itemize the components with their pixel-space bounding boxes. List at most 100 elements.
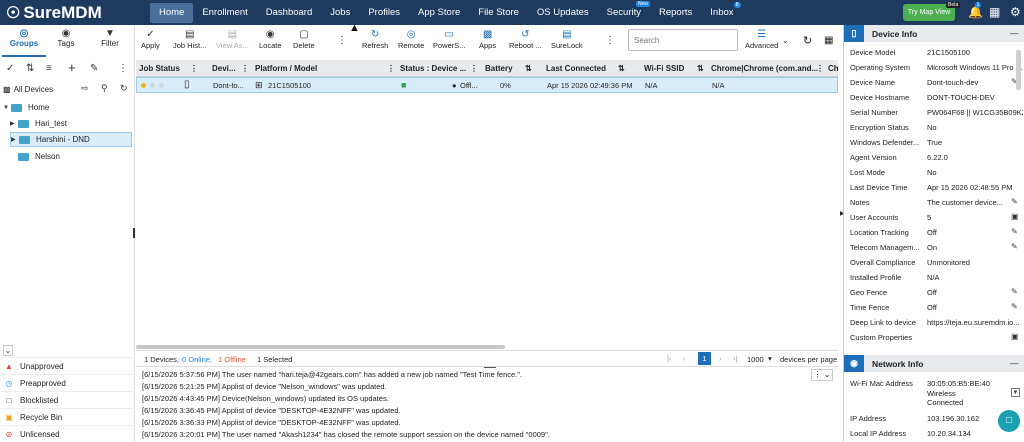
- export-icon[interactable]: ⇨: [81, 83, 89, 94]
- edit-pencil-icon[interactable]: ✎: [1011, 242, 1018, 251]
- grid-refresh-icon[interactable]: ↻: [803, 34, 812, 47]
- column-menu-icon[interactable]: ⋮: [816, 64, 824, 73]
- tree-item-nelson[interactable]: Nelson: [18, 149, 60, 164]
- status-recycle-bin[interactable]: ▣ Recycle Bin: [0, 408, 135, 425]
- log-options-icon[interactable]: ⋮ ⌄: [811, 369, 833, 381]
- nav-security[interactable]: Security New: [598, 0, 650, 23]
- col-wifi-ssid[interactable]: Wi-Fi SSID: [644, 64, 684, 73]
- status-unapproved[interactable]: ▲ Unapproved: [0, 357, 135, 374]
- col-chrome-2[interactable]: Ch: [828, 64, 839, 73]
- settings-gear-icon[interactable]: ⚙: [1010, 5, 1021, 19]
- view-as-button[interactable]: ▤ View As...: [216, 29, 249, 50]
- column-menu-icon[interactable]: ⋮: [241, 64, 249, 73]
- column-chooser-icon[interactable]: ▦: [824, 35, 833, 46]
- per-page-chevron-icon[interactable]: ▾: [768, 354, 772, 363]
- more-options-icon[interactable]: ⋮: [118, 63, 128, 74]
- sort-icon[interactable]: ⇅: [618, 64, 625, 73]
- network-info-header[interactable]: ◉ Network Info —: [844, 355, 1024, 372]
- nav-reports[interactable]: Reports: [650, 3, 701, 23]
- more-tools-icon[interactable]: ⋮: [605, 35, 615, 46]
- app-logo[interactable]: ☉ SureMDM: [0, 3, 150, 23]
- edit-pencil-icon[interactable]: ✎: [90, 63, 98, 74]
- expand-dropdown-icon[interactable]: ▼: [1011, 388, 1020, 397]
- col-status-device[interactable]: Status : Device ...: [400, 64, 466, 73]
- clipboard-icon[interactable]: ▣: [1011, 212, 1019, 221]
- surelock-button[interactable]: ▤ SureLock: [551, 29, 583, 50]
- more-actions-icon[interactable]: ⋮: [337, 35, 347, 46]
- nav-jobs[interactable]: Jobs: [321, 3, 359, 23]
- column-menu-icon[interactable]: ⋮: [470, 64, 478, 73]
- nav-home[interactable]: Home: [150, 2, 194, 23]
- tab-groups[interactable]: ◎ Groups: [4, 28, 44, 48]
- collapse-icon[interactable]: —: [1010, 28, 1019, 38]
- status-blocklisted[interactable]: □ Blocklisted: [0, 391, 135, 408]
- apps-grid-icon[interactable]: ▦: [989, 5, 1000, 19]
- edit-pencil-icon[interactable]: ✎: [1011, 227, 1018, 236]
- nav-app-store[interactable]: App Store: [409, 3, 469, 23]
- search-icon[interactable]: ⚲: [101, 83, 108, 94]
- tree-item-hari-test[interactable]: ▶ Hari_test: [10, 116, 67, 131]
- job-history-button[interactable]: ▤ Job Hist...: [173, 29, 206, 50]
- reboot-button[interactable]: ↺ Reboot ...: [509, 29, 542, 50]
- powershell-button[interactable]: ▭ PowerS...: [433, 29, 466, 50]
- left-panel-splitter[interactable]: [133, 228, 135, 238]
- table-row[interactable]: ▯ Dont-to... ⊞ 21C1505100 ■ ● Offl... 0%…: [136, 77, 838, 93]
- nav-file-store[interactable]: File Store: [469, 3, 528, 23]
- col-device[interactable]: Devi...: [212, 64, 236, 73]
- prev-page-icon[interactable]: ‹: [683, 354, 686, 363]
- tree-item-harshini-dnd[interactable]: ▶ Harshini - DND: [10, 132, 132, 147]
- device-info-header[interactable]: ▯ Device Info —: [844, 25, 1024, 42]
- refresh-button[interactable]: ↻ Refresh: [362, 29, 388, 50]
- per-page-select[interactable]: 1000: [747, 355, 764, 364]
- remote-button[interactable]: ◎ Remote: [398, 29, 424, 50]
- add-group-icon[interactable]: +: [68, 60, 76, 75]
- advanced-search-button[interactable]: ☰ Advanced: [745, 29, 778, 50]
- apps-button[interactable]: ▩ Apps: [479, 29, 496, 50]
- first-page-icon[interactable]: |‹: [667, 354, 671, 363]
- tab-tags[interactable]: ◉ Tags: [46, 28, 86, 48]
- apply-button[interactable]: ✓ Apply: [141, 29, 160, 50]
- sort-icon[interactable]: ⇅: [26, 63, 34, 74]
- select-all-icon[interactable]: ✓: [6, 63, 14, 74]
- collapse-chevron-icon[interactable]: ⌄: [3, 345, 13, 356]
- nav-profiles[interactable]: Profiles: [359, 3, 409, 23]
- col-last-connected[interactable]: Last Connected: [546, 64, 606, 73]
- tab-filter[interactable]: ▼ Filter: [90, 28, 130, 48]
- nav-os-updates[interactable]: OS Updates: [528, 3, 598, 23]
- status-preapproved[interactable]: ◷ Preapproved: [0, 374, 135, 391]
- edit-pencil-icon[interactable]: ✎: [1011, 302, 1018, 311]
- clipboard-icon[interactable]: ▣: [1011, 332, 1019, 341]
- col-job-status[interactable]: Job Status: [139, 64, 180, 73]
- chevron-down-icon[interactable]: ⌄: [782, 36, 789, 45]
- last-page-icon[interactable]: ›|: [733, 354, 737, 363]
- right-panel-scrollbar[interactable]: [1016, 50, 1021, 90]
- edit-pencil-icon[interactable]: ✎: [1011, 197, 1018, 206]
- locate-button[interactable]: ◉ Locate: [259, 29, 282, 50]
- horizontal-scrollbar[interactable]: [136, 345, 505, 349]
- column-menu-icon[interactable]: ⋮: [190, 64, 198, 73]
- sort-icon[interactable]: ⇅: [525, 64, 532, 73]
- sort-icon[interactable]: ⇅: [697, 64, 704, 73]
- status-unlicensed[interactable]: ⊘ Unlicensed: [0, 425, 135, 442]
- caret-right-icon[interactable]: ▶: [11, 136, 19, 143]
- caret-right-icon[interactable]: ▶: [10, 120, 18, 127]
- all-devices-row[interactable]: ▩ All Devices: [3, 82, 53, 97]
- caret-down-icon[interactable]: ▼: [3, 105, 11, 111]
- next-page-icon[interactable]: ›: [719, 354, 722, 363]
- refresh-icon[interactable]: ↻: [120, 83, 128, 94]
- search-input[interactable]: [628, 29, 738, 51]
- collapse-icon[interactable]: —: [1010, 358, 1019, 368]
- col-battery[interactable]: Battery: [485, 64, 513, 73]
- nav-inbox[interactable]: Inbox 8: [701, 1, 742, 23]
- current-page[interactable]: 1: [698, 352, 711, 365]
- edit-pencil-icon[interactable]: ✎: [1011, 287, 1018, 296]
- delete-button[interactable]: ▢ Delete: [293, 29, 315, 50]
- column-menu-icon[interactable]: ⋮: [387, 64, 395, 73]
- chat-support-icon[interactable]: □: [998, 410, 1020, 432]
- nav-enrollment[interactable]: Enrollment: [193, 3, 256, 23]
- group-settings-icon[interactable]: ≡: [46, 63, 52, 74]
- tree-item-home[interactable]: ▼ Home: [3, 100, 49, 115]
- col-chrome[interactable]: Chrome|Chrome (com.and...: [711, 64, 818, 73]
- col-platform-model[interactable]: Platform / Model: [255, 64, 317, 73]
- nav-dashboard[interactable]: Dashboard: [257, 3, 321, 23]
